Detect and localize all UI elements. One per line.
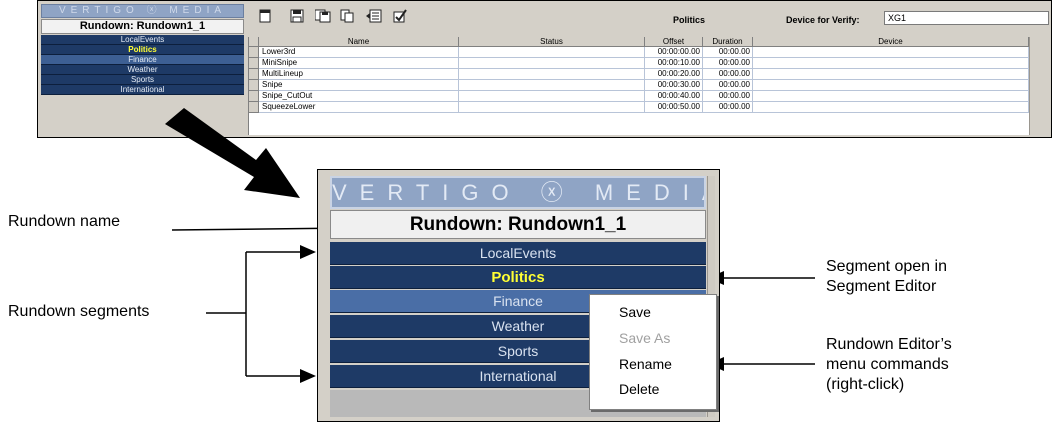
- menu-item-delete[interactable]: Delete: [619, 378, 709, 400]
- rundown-title-large: Rundown: Rundown1_1: [330, 210, 706, 239]
- callout-segment-open-line1: Segment open in: [826, 258, 947, 275]
- segment-politics-large[interactable]: Politics: [330, 266, 706, 289]
- callout-menu-line1: Rundown Editor’s: [826, 336, 952, 353]
- callout-rundown-segments: Rundown segments: [8, 303, 150, 320]
- menu-item-rename[interactable]: Rename: [619, 353, 709, 375]
- callout-rundown-name: Rundown name: [8, 213, 121, 230]
- menu-item-save-as: Save As: [619, 330, 671, 346]
- vertigo-media-logo-large: VERTIGO ⓧ MEDIA: [330, 176, 706, 209]
- context-menu: Save Save As Rename Delete: [589, 294, 717, 410]
- callout-menu-line3: (right-click): [826, 376, 905, 393]
- segment-localevents-large[interactable]: LocalEvents: [330, 242, 706, 265]
- callout-menu-line2: menu commands: [826, 356, 949, 373]
- menu-item-save[interactable]: Save: [619, 301, 709, 323]
- zoom-arrow: [165, 108, 300, 198]
- callout-segment-open-line2: Segment Editor: [826, 278, 937, 295]
